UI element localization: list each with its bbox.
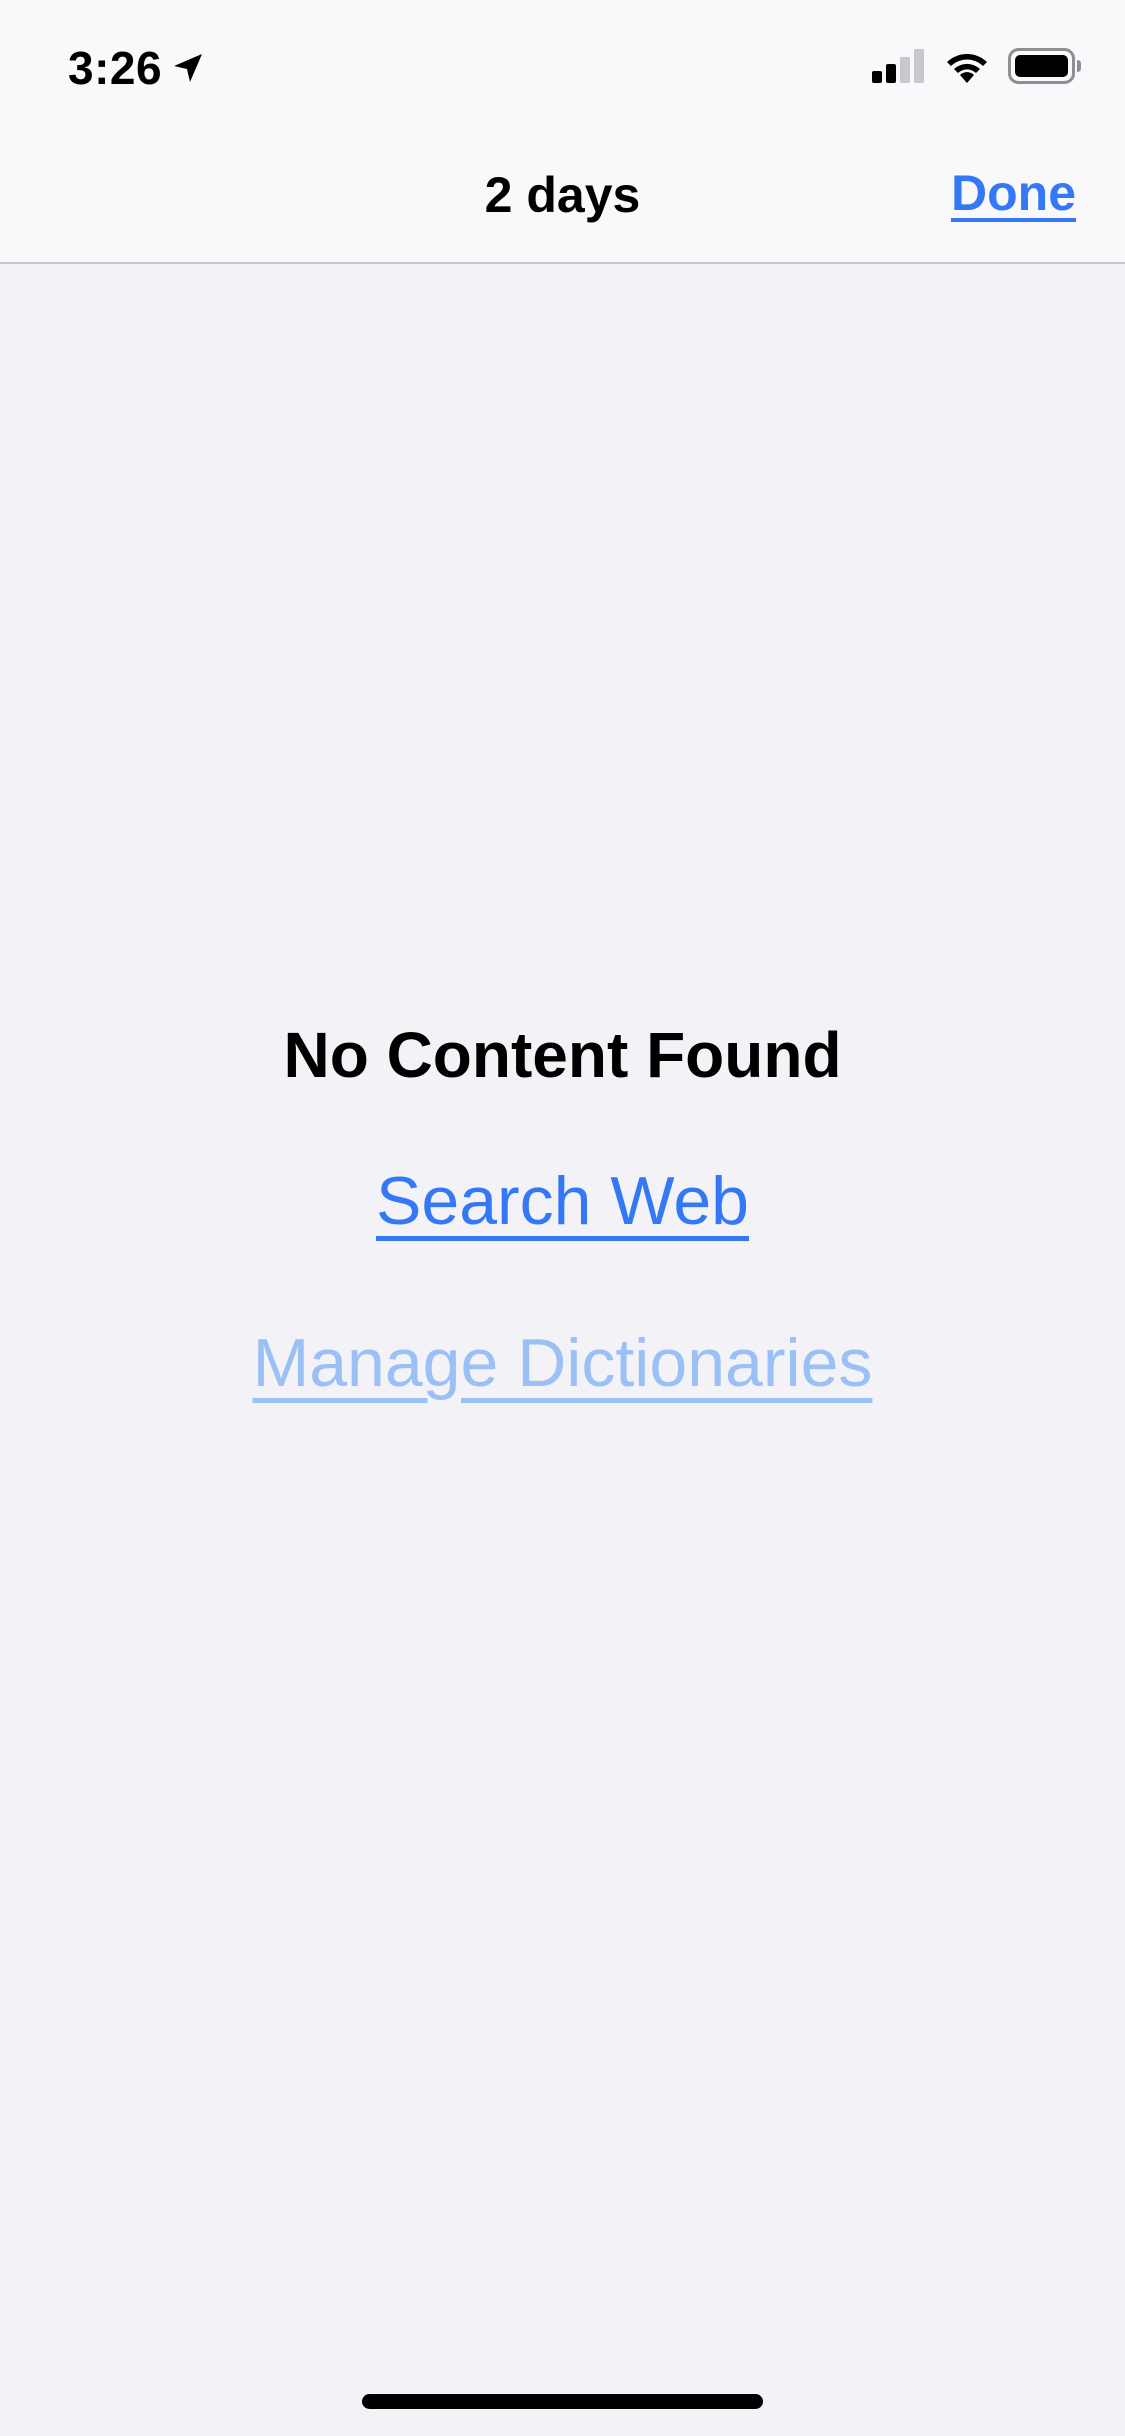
- status-indicators: [872, 47, 1082, 89]
- battery-icon: [1008, 47, 1082, 89]
- wifi-icon: [944, 49, 990, 88]
- empty-state-title: No Content Found: [283, 1019, 842, 1091]
- location-arrow-icon: [172, 52, 204, 84]
- status-time: 3:26: [68, 42, 163, 94]
- status-time-group: 3:26: [68, 36, 204, 100]
- home-indicator[interactable]: [362, 2394, 763, 2409]
- search-web-link[interactable]: Search Web: [376, 1156, 749, 1246]
- done-button[interactable]: Done: [951, 164, 1076, 222]
- navigation-bar: 2 days Done: [0, 132, 1125, 264]
- cellular-signal-icon: [872, 48, 926, 88]
- empty-state: No Content Found Search Web Manage Dicti…: [0, 1010, 1125, 1408]
- manage-dictionaries-link[interactable]: Manage Dictionaries: [253, 1318, 873, 1408]
- status-bar: 3:26: [0, 0, 1125, 132]
